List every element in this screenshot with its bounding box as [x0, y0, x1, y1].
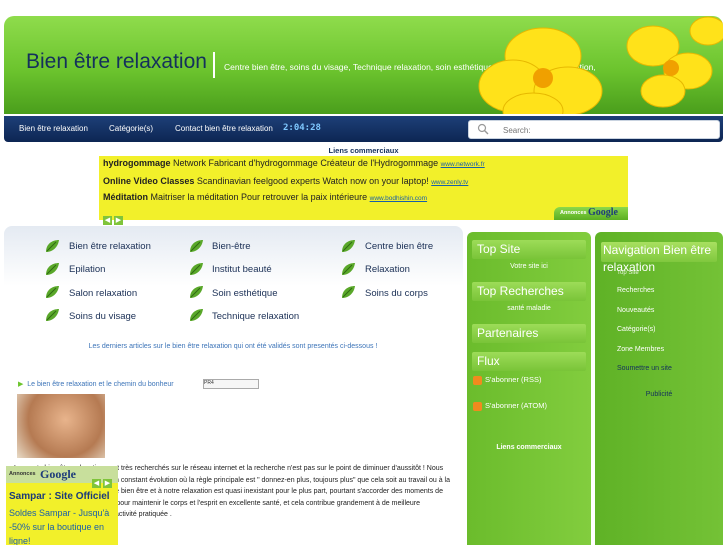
- search-input[interactable]: [501, 122, 705, 138]
- category-link[interactable]: Technique relaxation: [212, 311, 299, 322]
- leaf-icon: [190, 309, 203, 321]
- arrow-left-icon[interactable]: ◀: [103, 216, 112, 225]
- search-box: [468, 120, 720, 139]
- rss-link[interactable]: S'abonner (RSS): [473, 375, 541, 385]
- right-nav-soumettre[interactable]: Soumettre un site: [617, 365, 672, 372]
- nav-item-contact[interactable]: Contact bien être relaxation: [175, 124, 273, 133]
- flowers-image: [478, 16, 723, 114]
- arrow-right-icon[interactable]: ▶: [103, 479, 112, 488]
- site-title[interactable]: Bien être relaxation: [26, 50, 207, 74]
- ads-block: hydrogommage Network Fabricant d'hydrogo…: [99, 156, 628, 225]
- nav-item-categories[interactable]: Catégorie(s): [109, 124, 153, 133]
- category-link[interactable]: Soins du corps: [365, 288, 428, 299]
- category-link[interactable]: Bien être relaxation: [69, 241, 151, 252]
- right-nav-categories[interactable]: Catégorie(s): [617, 326, 656, 333]
- arrow-right-icon[interactable]: ▶: [114, 216, 123, 225]
- ad-arrows: ◀ ▶: [103, 207, 125, 226]
- category-link[interactable]: Salon relaxation: [69, 288, 137, 299]
- right-nav-zone-membres[interactable]: Zone Membres: [617, 346, 664, 353]
- site-header: Bien être relaxation Centre bien être, s…: [4, 16, 723, 114]
- top-site-link[interactable]: Votre site ici: [467, 263, 591, 270]
- leaf-icon: [190, 286, 203, 298]
- rss-icon: [473, 375, 482, 385]
- ads-label: Liens commerciaux: [328, 146, 399, 155]
- box-partenaires: Partenaires: [472, 324, 586, 343]
- category-link[interactable]: Epilation: [69, 264, 105, 275]
- bullet-arrow-icon: ▶: [18, 381, 24, 388]
- nav-bar: Bien être relaxation Catégorie(s) Contac…: [4, 116, 723, 142]
- leaf-icon: [46, 309, 59, 321]
- side-ad-title[interactable]: Sampar : Site Officiel: [9, 491, 110, 502]
- side-ad-block[interactable]: Annonces Google ◀ ▶ Sampar : Site Officie…: [6, 466, 118, 545]
- leaf-icon: [190, 240, 203, 252]
- nav-item-home[interactable]: Bien être relaxation: [19, 124, 88, 133]
- right-nav-top-site[interactable]: Top Site: [617, 270, 639, 276]
- side-ads-label: Liens commerciaux: [496, 444, 562, 451]
- rss-icon: [473, 401, 482, 411]
- ad-item[interactable]: Méditation Maitriser la méditation Pour …: [103, 192, 427, 202]
- category-link[interactable]: Institut beauté: [212, 264, 272, 275]
- clock: 2:04:28: [283, 123, 321, 133]
- category-link[interactable]: Bien-être: [212, 241, 251, 252]
- category-link[interactable]: Soins du visage: [69, 311, 136, 322]
- article-photo: [17, 394, 105, 458]
- right-sidebar: Navigation Bien être relaxation Top Site…: [595, 232, 723, 545]
- google-ads-badge: Annonces Google ◀ ▶: [6, 466, 118, 488]
- search-icon[interactable]: [477, 123, 489, 135]
- middle-sidebar: Top Site Votre site ici Top Recherches s…: [467, 232, 591, 545]
- box-top-site: Top Site: [472, 240, 586, 259]
- box-top-recherches: Top Recherches: [472, 282, 586, 301]
- right-nav-recherches[interactable]: Recherches: [617, 287, 654, 294]
- leaf-icon: [190, 263, 203, 275]
- title-separator: [213, 52, 215, 78]
- publicite-label: Publicité: [645, 391, 673, 398]
- google-ads-badge[interactable]: Annonces Google: [554, 207, 628, 220]
- leaf-icon: [342, 286, 355, 298]
- arrow-left-icon[interactable]: ◀: [92, 479, 101, 488]
- top-recherches-link[interactable]: santé maladie: [467, 305, 591, 312]
- atom-link[interactable]: S'abonner (ATOM): [473, 401, 547, 411]
- intro-text: Les derniers articles sur le bien être r…: [88, 343, 378, 350]
- leaf-icon: [342, 263, 355, 275]
- box-flux: Flux: [472, 352, 586, 371]
- right-nav-nouveautes[interactable]: Nouveautés: [617, 307, 654, 314]
- article-link[interactable]: ▶ Le bien être relaxation et le chemin d…: [18, 380, 174, 388]
- leaf-icon: [46, 240, 59, 252]
- category-link[interactable]: Centre bien être: [365, 241, 433, 252]
- category-link[interactable]: Relaxation: [365, 264, 410, 275]
- ad-item[interactable]: Online Video Classes Scandinavian feelgo…: [103, 176, 468, 186]
- leaf-icon: [46, 263, 59, 275]
- side-ad-desc: Soldes Sampar - Jusqu'à -50% sur la bout…: [9, 508, 110, 545]
- page: Bien être relaxation Centre bien être, s…: [0, 0, 727, 545]
- leaf-icon: [342, 240, 355, 252]
- category-link[interactable]: Soin esthétique: [212, 288, 278, 299]
- ad-item[interactable]: hydrogommage Network Fabricant d'hydrogo…: [103, 158, 485, 168]
- pagerank-badge: PR4: [203, 379, 259, 389]
- leaf-icon: [46, 286, 59, 298]
